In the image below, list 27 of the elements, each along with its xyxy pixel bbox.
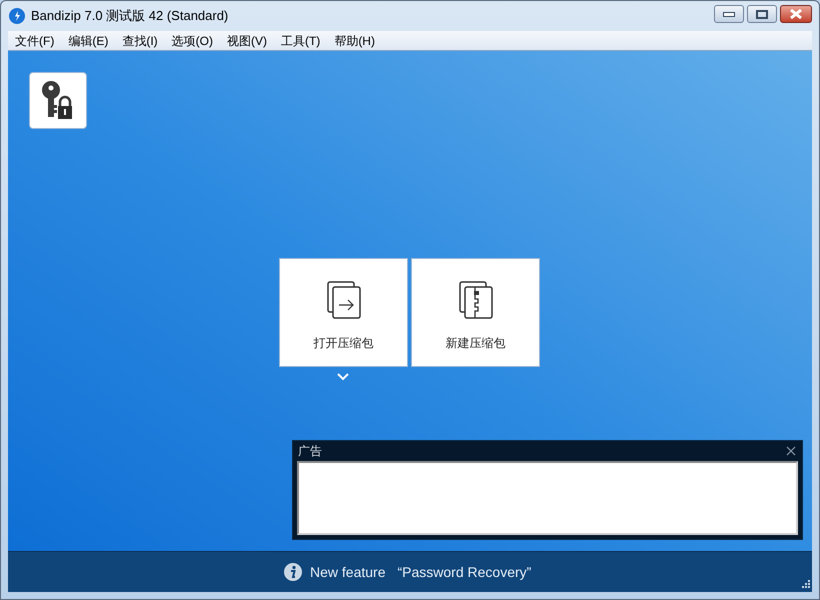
menu-item[interactable]: 帮助(H): [334, 32, 375, 50]
close-button[interactable]: [780, 5, 812, 23]
open-archive-button[interactable]: 打开压缩包: [279, 258, 408, 367]
menu-item[interactable]: 文件(F): [15, 32, 54, 50]
menu-item[interactable]: 视图(V): [226, 32, 267, 50]
menu-item[interactable]: 选项(O): [172, 32, 213, 50]
document-arrow-icon: [326, 281, 360, 319]
close-icon[interactable]: [786, 446, 796, 456]
info-icon: [284, 563, 302, 581]
chevron-down-icon: [337, 373, 349, 381]
close-icon: [790, 9, 802, 19]
password-recovery-button[interactable]: [29, 72, 87, 129]
resize-grip-icon[interactable]: [800, 580, 810, 590]
menu-item[interactable]: 查找(I): [122, 32, 158, 50]
new-archive-button[interactable]: 新建压缩包: [411, 258, 540, 367]
zip-file-icon: [458, 281, 492, 319]
app-logo-icon: [9, 8, 25, 24]
maximize-icon: [756, 10, 768, 18]
menu-item[interactable]: 工具(T): [280, 32, 320, 50]
maximize-button[interactable]: [747, 5, 777, 23]
minimize-button[interactable]: [714, 5, 744, 23]
status-label: New feature: [310, 562, 386, 582]
ad-title: 广告: [298, 443, 322, 460]
menu-item[interactable]: 编辑(E): [68, 32, 108, 50]
feature-name[interactable]: “Password Recovery”: [397, 562, 532, 582]
minimize-icon: [723, 12, 735, 16]
window-title: Bandizip 7.0 测试版 42 (Standard): [31, 7, 228, 26]
